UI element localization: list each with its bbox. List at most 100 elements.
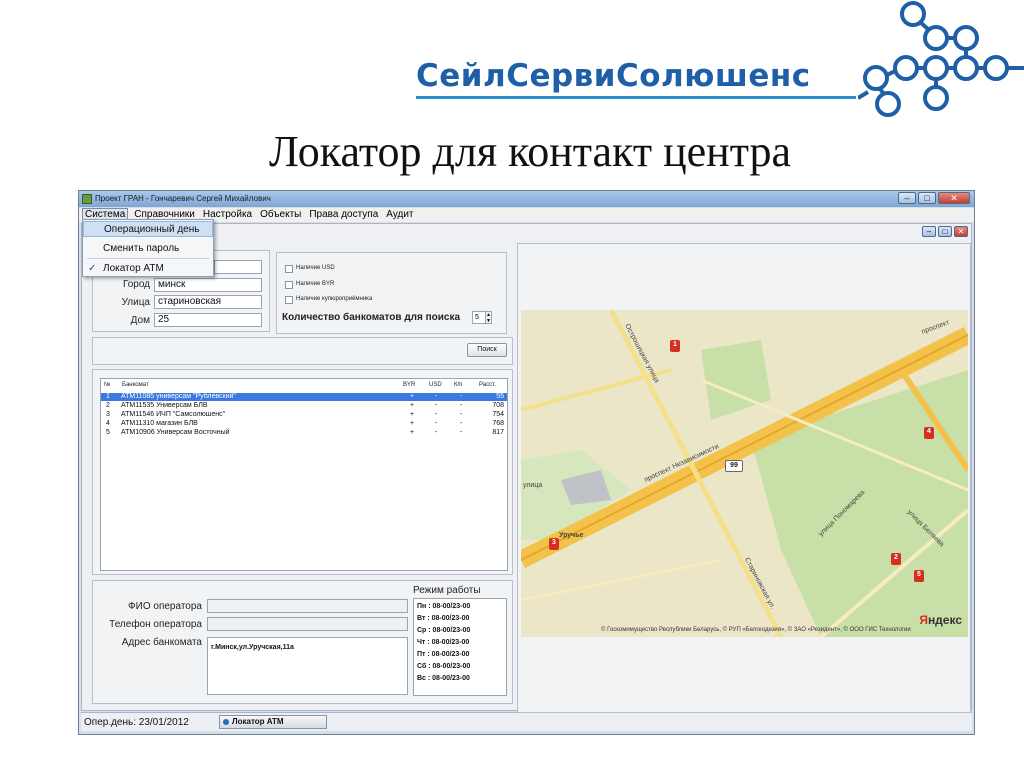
inner-minimize-button[interactable]: –	[922, 226, 936, 237]
yandex-logo-first: Я	[919, 613, 928, 627]
col-num-header[interactable]: №	[104, 382, 110, 388]
slide-title: Локатор для контакт центра	[268, 127, 791, 176]
street-input[interactable]: стариновская	[154, 295, 262, 309]
cell-usd: -	[435, 411, 438, 418]
menu-audit[interactable]: Аудит	[384, 208, 415, 222]
operator-phone-label: Телефон оператора	[109, 619, 202, 630]
menu-operational-day[interactable]: Операционный день	[83, 221, 213, 237]
menu-access-rights[interactable]: Права доступа	[307, 208, 380, 222]
table-row[interactable]: 1 ATM11085 универсам "Рублевский" + - - …	[101, 393, 507, 401]
yandex-logo-rest: ндекс	[927, 613, 962, 627]
schedule-line: Сб : 08-00/23-00	[417, 663, 471, 670]
schedule-line: Вс : 08-00/23-00	[417, 675, 470, 682]
cell-byr: +	[410, 411, 415, 418]
atm-address-field: г.Минск,ул.Уручская,11а	[207, 637, 408, 695]
atm-marker-2[interactable]: 2	[891, 553, 901, 565]
cell-kp: -	[460, 411, 463, 418]
cell-atm: ATM11085 универсам "Рублевский"	[121, 393, 236, 400]
atm-count-label: Количество банкоматов для поиска	[282, 312, 461, 323]
col-kp-header[interactable]: К/п	[454, 382, 462, 388]
top-field[interactable]	[214, 260, 262, 274]
operator-fio-field	[207, 599, 408, 613]
house-label: Дом	[130, 315, 150, 326]
company-logo-text: СейлСервиСолюшенс	[416, 58, 811, 94]
col-atm-header[interactable]: Банкомат	[122, 382, 149, 388]
atm-marker-1[interactable]: 1	[670, 340, 680, 352]
check-icon: ✓	[88, 263, 97, 274]
byr-checkbox-label: Наличие BYR	[296, 281, 335, 287]
map-copyright: © Госкомимущество Республики Беларусь, ©…	[601, 627, 911, 633]
task-icon	[223, 719, 229, 725]
cell-byr: +	[410, 420, 415, 427]
table-row[interactable]: 5 ATM10906 Универсам Восточный + - - 817	[101, 429, 507, 437]
schedule-line: Пн : 08-00/23-00	[417, 603, 471, 610]
cash-in-checkbox[interactable]	[285, 296, 293, 304]
cell-dist: 768	[492, 420, 504, 427]
map-street-label: улица	[523, 482, 543, 489]
usd-checkbox-label: Наличие USD	[296, 265, 335, 271]
minimize-button[interactable]: –	[898, 192, 916, 204]
cell-dist: 55	[496, 393, 504, 400]
city-input[interactable]: минск	[154, 278, 262, 292]
cell-usd: -	[435, 393, 438, 400]
col-usd-header[interactable]: USD	[429, 382, 442, 388]
cell-kp: -	[460, 429, 463, 436]
cell-num: 3	[106, 411, 110, 418]
cell-byr: +	[410, 402, 415, 409]
col-dist-header[interactable]: Расст.	[479, 382, 496, 388]
cell-num: 4	[106, 420, 110, 427]
atm-marker-4[interactable]: 4	[924, 427, 934, 439]
logo-underline	[416, 96, 856, 99]
table-row[interactable]: 4 ATM11310 магазин БЛВ + - - 768	[101, 420, 507, 428]
cell-num: 5	[106, 429, 110, 436]
atm-marker-3[interactable]: 3	[549, 538, 559, 550]
inner-restore-button[interactable]: □	[938, 226, 952, 237]
inner-close-button[interactable]: ✕	[954, 226, 968, 237]
app-icon	[82, 194, 92, 204]
window-controls: – □ ✕	[898, 192, 970, 204]
byr-checkbox[interactable]	[285, 281, 293, 289]
street-label: Улица	[121, 297, 150, 308]
cell-kp: -	[460, 393, 463, 400]
map-view[interactable]: Острошицкая улица проспект Независимости…	[521, 310, 968, 637]
operator-phone-field	[207, 617, 408, 631]
operator-fio-label: ФИО оператора	[128, 601, 202, 612]
cell-num: 2	[106, 402, 110, 409]
yandex-logo: Яндекс	[919, 613, 962, 627]
menu-atm-locator[interactable]: ✓ Локатор ATM	[83, 261, 213, 277]
col-byr-header[interactable]: BYR	[403, 382, 415, 388]
schedule-box: Пн : 08-00/23-00 Вт : 08-00/23-00 Ср : 0…	[413, 598, 507, 696]
spinner-arrows[interactable]: ▲ ▼	[485, 311, 492, 324]
status-bar: Опер.день: 23/01/2012 Локатор ATM	[81, 712, 972, 731]
cell-byr: +	[410, 393, 415, 400]
cluster-marker[interactable]: 99	[725, 460, 743, 472]
usd-checkbox[interactable]	[285, 265, 293, 273]
menu-change-password[interactable]: Сменить пароль	[83, 241, 213, 257]
cell-dist: 708	[492, 402, 504, 409]
maximize-button[interactable]: □	[918, 192, 936, 204]
house-input[interactable]: 25	[154, 313, 262, 327]
cell-num: 1	[106, 393, 110, 400]
schedule-line: Ср : 08-00/23-00	[417, 627, 471, 634]
cell-dist: 754	[492, 411, 504, 418]
cell-atm: ATM11310 магазин БЛВ	[121, 420, 198, 427]
city-label: Город	[122, 279, 150, 290]
close-button[interactable]: ✕	[938, 192, 970, 204]
results-table: № Банкомат BYR USD К/п Расст. 1 ATM11085…	[100, 378, 508, 571]
menu-atm-locator-label: Локатор ATM	[103, 263, 164, 274]
cell-usd: -	[435, 420, 438, 427]
atm-address-label: Адрес банкомата	[121, 637, 202, 648]
cell-kp: -	[460, 420, 463, 427]
table-row[interactable]: 2 ATM11535 Универсам БЛВ + - - 708	[101, 402, 507, 410]
search-button[interactable]: Поиск	[467, 343, 507, 357]
task-tab-label: Локатор ATM	[232, 717, 284, 726]
schedule-line: Вт : 08-00/23-00	[417, 615, 470, 622]
window-titlebar[interactable]: Проект ГРАН - Гончаревич Сергей Михайлов…	[79, 191, 974, 207]
schedule-title: Режим работы	[413, 585, 481, 596]
operational-day-text: Опер.день: 23/01/2012	[84, 717, 189, 728]
table-row[interactable]: 3 ATM11546 ИЧП "Самсолюшенс" + - - 754	[101, 411, 507, 419]
atm-marker-5[interactable]: 5	[914, 570, 924, 582]
menu-objects[interactable]: Объекты	[258, 208, 303, 222]
menu-separator	[87, 258, 209, 259]
task-tab-atm-locator[interactable]: Локатор ATM	[219, 715, 327, 729]
